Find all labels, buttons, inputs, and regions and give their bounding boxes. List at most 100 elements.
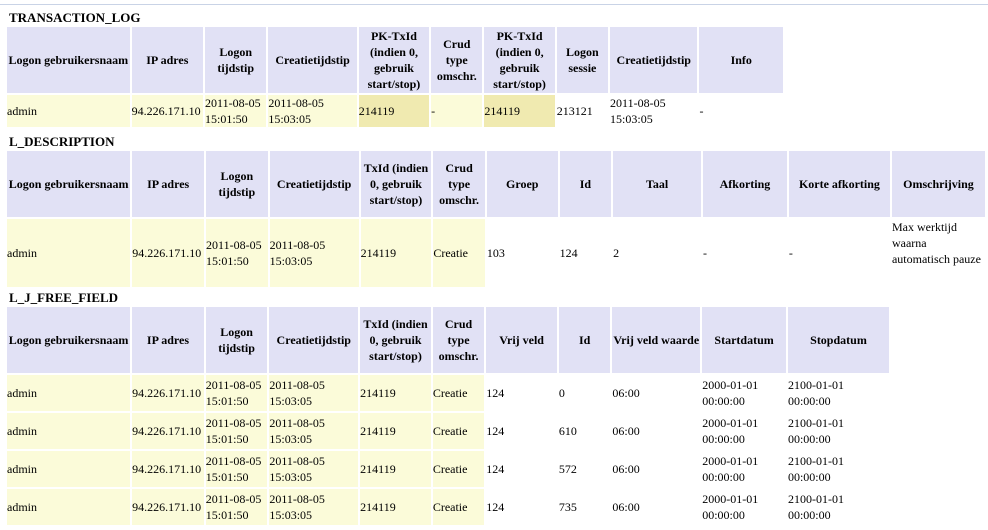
table-cell: 2011-08-05 15:03:05 (269, 489, 359, 525)
table-cell: 124 (486, 451, 557, 487)
transaction-log-table: Logon gebruikersnaam IP adres Logon tijd… (5, 25, 785, 129)
table-cell: 06:00 (612, 489, 701, 525)
table-cell: 2011-08-05 15:01:50 (205, 489, 268, 525)
table-header-row: Logon gebruikersnaam IP adres Logon tijd… (7, 151, 985, 217)
table-cell: 2011-08-05 15:03:05 (269, 219, 359, 287)
table-cell: 94.226.171.10 (131, 95, 204, 127)
table-cell: 2100-01-01 00:00:00 (787, 375, 889, 411)
table-cell: admin (7, 219, 131, 287)
column-header: Logon tijdstip (205, 27, 267, 93)
table-cell: 2011-08-05 15:03:05 (269, 413, 359, 449)
column-header: Vrij veld waarde (612, 307, 701, 373)
column-header: Crud type omschr. (432, 307, 485, 373)
table-cell: 06:00 (612, 413, 701, 449)
table-cell: 2100-01-01 00:00:00 (787, 451, 889, 487)
l-j-free-field-table: Logon gebruikersnaam IP adres Logon tijd… (5, 305, 891, 527)
column-header: IP adres (132, 307, 204, 373)
table-cell: 2000-01-01 00:00:00 (702, 451, 786, 487)
table-cell: 2011-08-05 15:03:05 (269, 375, 359, 411)
table-header-row: Logon gebruikersnaam IP adres Logon tijd… (7, 307, 889, 373)
column-header: Crud type omschr. (431, 27, 483, 93)
table-cell: - (431, 95, 483, 127)
table-cell: 2011-08-05 15:01:50 (206, 219, 268, 287)
section-title-l-j-free-field: L_J_FREE_FIELD (9, 290, 119, 305)
table-row: admin 94.226.171.10 2011-08-05 15:01:50 201… (7, 413, 889, 449)
column-header: Taal (613, 151, 702, 217)
column-header: PK-TxId (indien 0, gebruik start/stop) (484, 27, 555, 93)
column-header: Logon tijdstip (206, 151, 268, 217)
column-header: PK-TxId (indien 0, gebruik start/stop) (358, 27, 430, 93)
top-divider (0, 4, 988, 5)
column-header: Logon gebruikersnaam (7, 151, 131, 217)
column-header: Creatietijdstip (610, 27, 698, 93)
column-header: IP adres (131, 27, 204, 93)
table-cell: Creatie (432, 375, 485, 411)
column-header: Groep (486, 151, 558, 217)
table-cell: 2011-08-05 15:01:50 (205, 375, 268, 411)
table-cell: - (699, 95, 783, 127)
table-cell: 94.226.171.10 (132, 413, 204, 449)
table-cell: 94.226.171.10 (132, 219, 205, 287)
column-header: TxId (indien 0, gebruik start/stop) (360, 151, 432, 217)
table-cell: Creatie (433, 219, 485, 287)
table-cell: 2000-01-01 00:00:00 (702, 413, 786, 449)
table-cell: admin (7, 489, 131, 525)
table-cell: 2100-01-01 00:00:00 (787, 489, 889, 525)
table-cell: Max werktijd waarna automatisch pauze (891, 219, 985, 287)
table-cell: 214119 (358, 95, 430, 127)
column-header: Creatietijdstip (269, 151, 359, 217)
table-cell: 610 (558, 413, 611, 449)
table-cell: 06:00 (612, 375, 701, 411)
column-header: TxId (indien 0, gebruik start/stop) (360, 307, 431, 373)
table-cell: Creatie (432, 451, 485, 487)
table-cell: 214119 (360, 219, 432, 287)
table-row: admin 94.226.171.10 2011-08-05 15:01:50 201… (7, 451, 889, 487)
table-cell: Creatie (432, 489, 485, 525)
table-cell: 2011-08-05 15:01:50 (205, 451, 268, 487)
table-cell: 214119 (484, 95, 555, 127)
table-cell: 2 (613, 219, 702, 287)
table-cell: 214119 (360, 451, 431, 487)
column-header: IP adres (132, 151, 205, 217)
column-header: Info (699, 27, 783, 93)
table-cell: 06:00 (612, 451, 701, 487)
table-cell: 2100-01-01 00:00:00 (787, 413, 889, 449)
table-cell: 124 (486, 413, 557, 449)
column-header: Logon sessie (556, 27, 609, 93)
table-row: admin 94.226.171.10 2011-08-05 15:01:50 201… (7, 375, 889, 411)
table-cell: - (703, 219, 787, 287)
l-description-table: Logon gebruikersnaam IP adres Logon tijd… (5, 149, 987, 289)
table-cell: 2011-08-05 15:01:50 (205, 95, 267, 127)
table-cell: 214119 (360, 489, 431, 525)
table-row: admin 94.226.171.10 2011-08-05 15:01:50 201… (7, 489, 889, 525)
table-cell: 2011-08-05 15:01:50 (205, 413, 268, 449)
column-header: Logon gebruikersnaam (7, 307, 131, 373)
column-header: Id (558, 307, 611, 373)
table-cell: 214119 (360, 375, 431, 411)
column-header: Id (559, 151, 612, 217)
table-cell: 124 (486, 375, 557, 411)
table-cell: 124 (559, 219, 612, 287)
table-cell: 0 (558, 375, 611, 411)
table-cell: 2011-08-05 15:03:05 (610, 95, 698, 127)
column-header: Creatietijdstip (268, 27, 357, 93)
table-row: admin 94.226.171.10 2011-08-05 15:01:50 … (7, 219, 985, 287)
table-cell: 2000-01-01 00:00:00 (702, 375, 786, 411)
column-header: Logon gebruikersnaam (7, 27, 130, 93)
table-cell: 735 (558, 489, 611, 525)
table-header-row: Logon gebruikersnaam IP adres Logon tijd… (7, 27, 783, 93)
table-cell: 213121 (556, 95, 609, 127)
table-cell: 94.226.171.10 (132, 375, 204, 411)
column-header: Startdatum (702, 307, 786, 373)
table-cell: 572 (558, 451, 611, 487)
table-cell: admin (7, 375, 131, 411)
column-header: Stopdatum (787, 307, 889, 373)
column-header: Vrij veld (486, 307, 557, 373)
table-cell: 2011-08-05 15:03:05 (269, 451, 359, 487)
table-cell: admin (7, 413, 131, 449)
table-cell: 124 (486, 489, 557, 525)
column-header: Omschrijving (891, 151, 985, 217)
table-cell: 2011-08-05 15:03:05 (268, 95, 357, 127)
column-header: Afkorting (703, 151, 787, 217)
section-title-transaction-log: TRANSACTION_LOG (9, 10, 141, 25)
